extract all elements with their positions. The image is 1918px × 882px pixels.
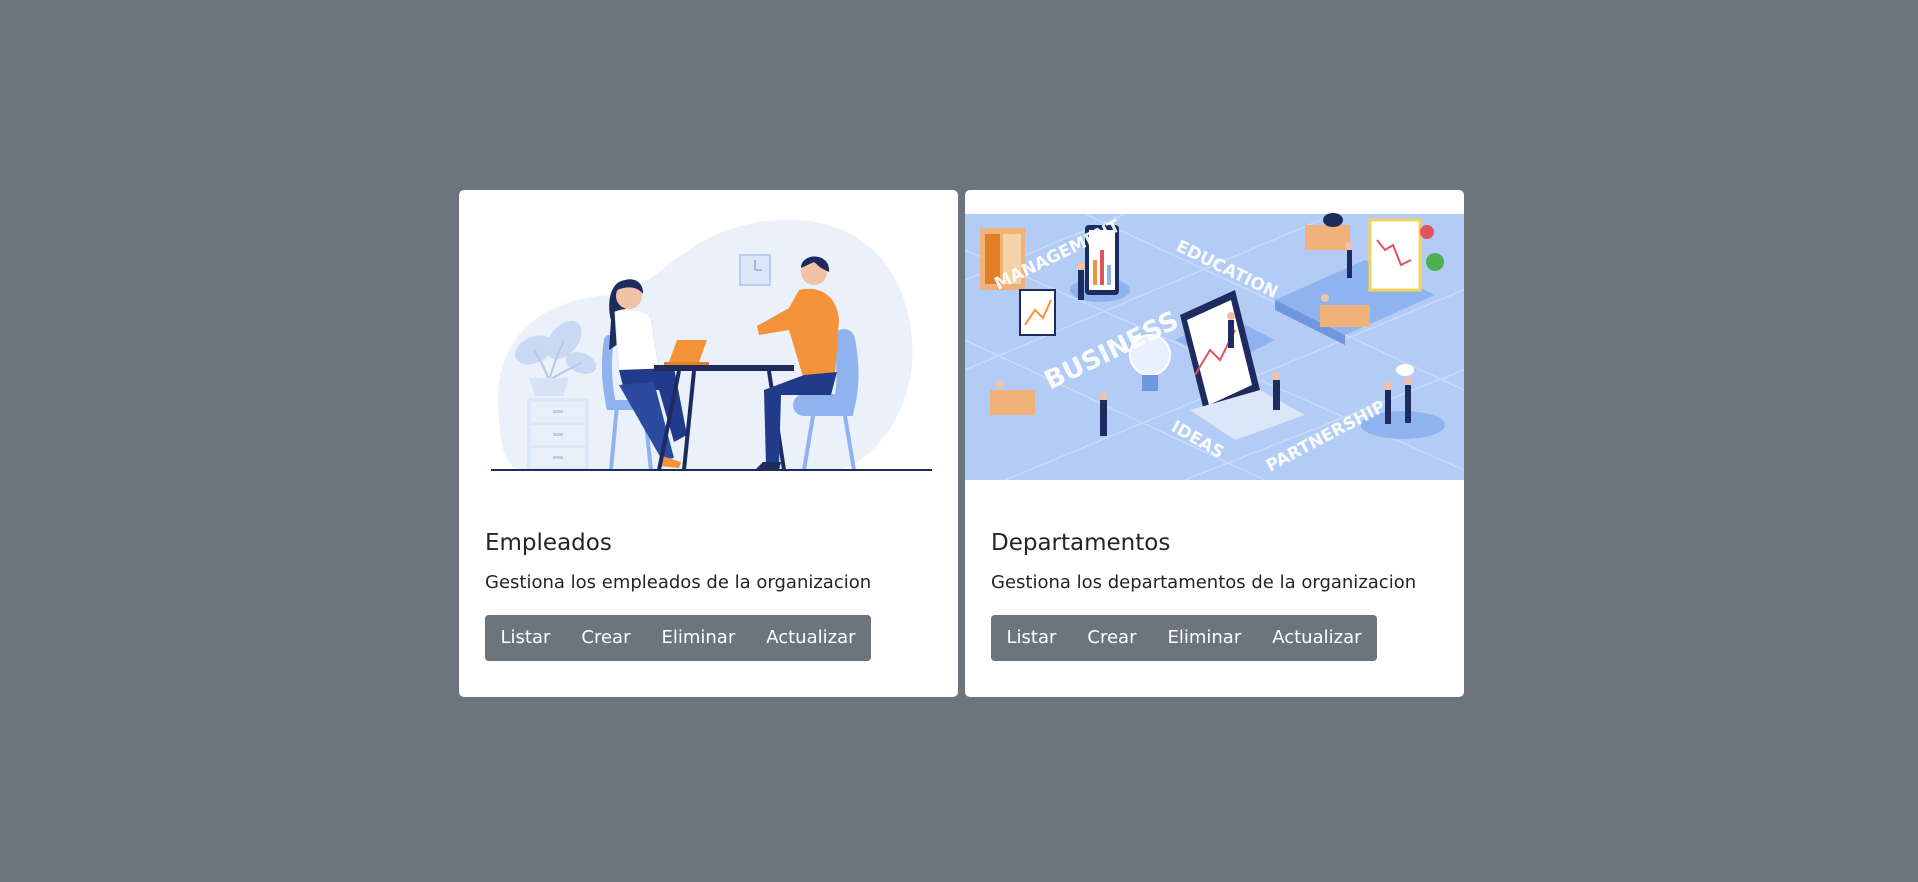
actualizar-button[interactable]: Actualizar [750, 615, 872, 661]
card-description: Gestiona los empleados de la organizacio… [485, 572, 872, 593]
card-body: Empleados Gestiona los empleados de la o… [485, 528, 938, 661]
card-title: Departamentos [991, 530, 1171, 556]
crear-button[interactable]: Crear [1071, 615, 1152, 661]
card-description: Gestiona los departamentos de la organiz… [991, 572, 1417, 593]
card-body: Departamentos Gestiona los departamentos… [991, 528, 1444, 661]
actualizar-button[interactable]: Actualizar [1256, 615, 1378, 661]
business-isometric-illustration: MANAGEMENT EDUCATION BUSINESS IDEAS PART… [965, 213, 1464, 480]
eliminar-button[interactable]: Eliminar [1151, 615, 1257, 661]
actions-button-group: Listar Crear Eliminar Actualizar [991, 615, 1378, 661]
people-meeting-illustration [491, 219, 932, 471]
listar-button[interactable]: Listar [991, 615, 1072, 661]
crear-button[interactable]: Crear [565, 615, 646, 661]
actions-button-group: Listar Crear Eliminar Actualizar [485, 615, 872, 661]
card-empleados: Empleados Gestiona los empleados de la o… [459, 190, 958, 697]
card-title: Empleados [485, 530, 612, 556]
eliminar-button[interactable]: Eliminar [645, 615, 751, 661]
listar-button[interactable]: Listar [485, 615, 566, 661]
card-departamentos: MANAGEMENT EDUCATION BUSINESS IDEAS PART… [965, 190, 1464, 697]
